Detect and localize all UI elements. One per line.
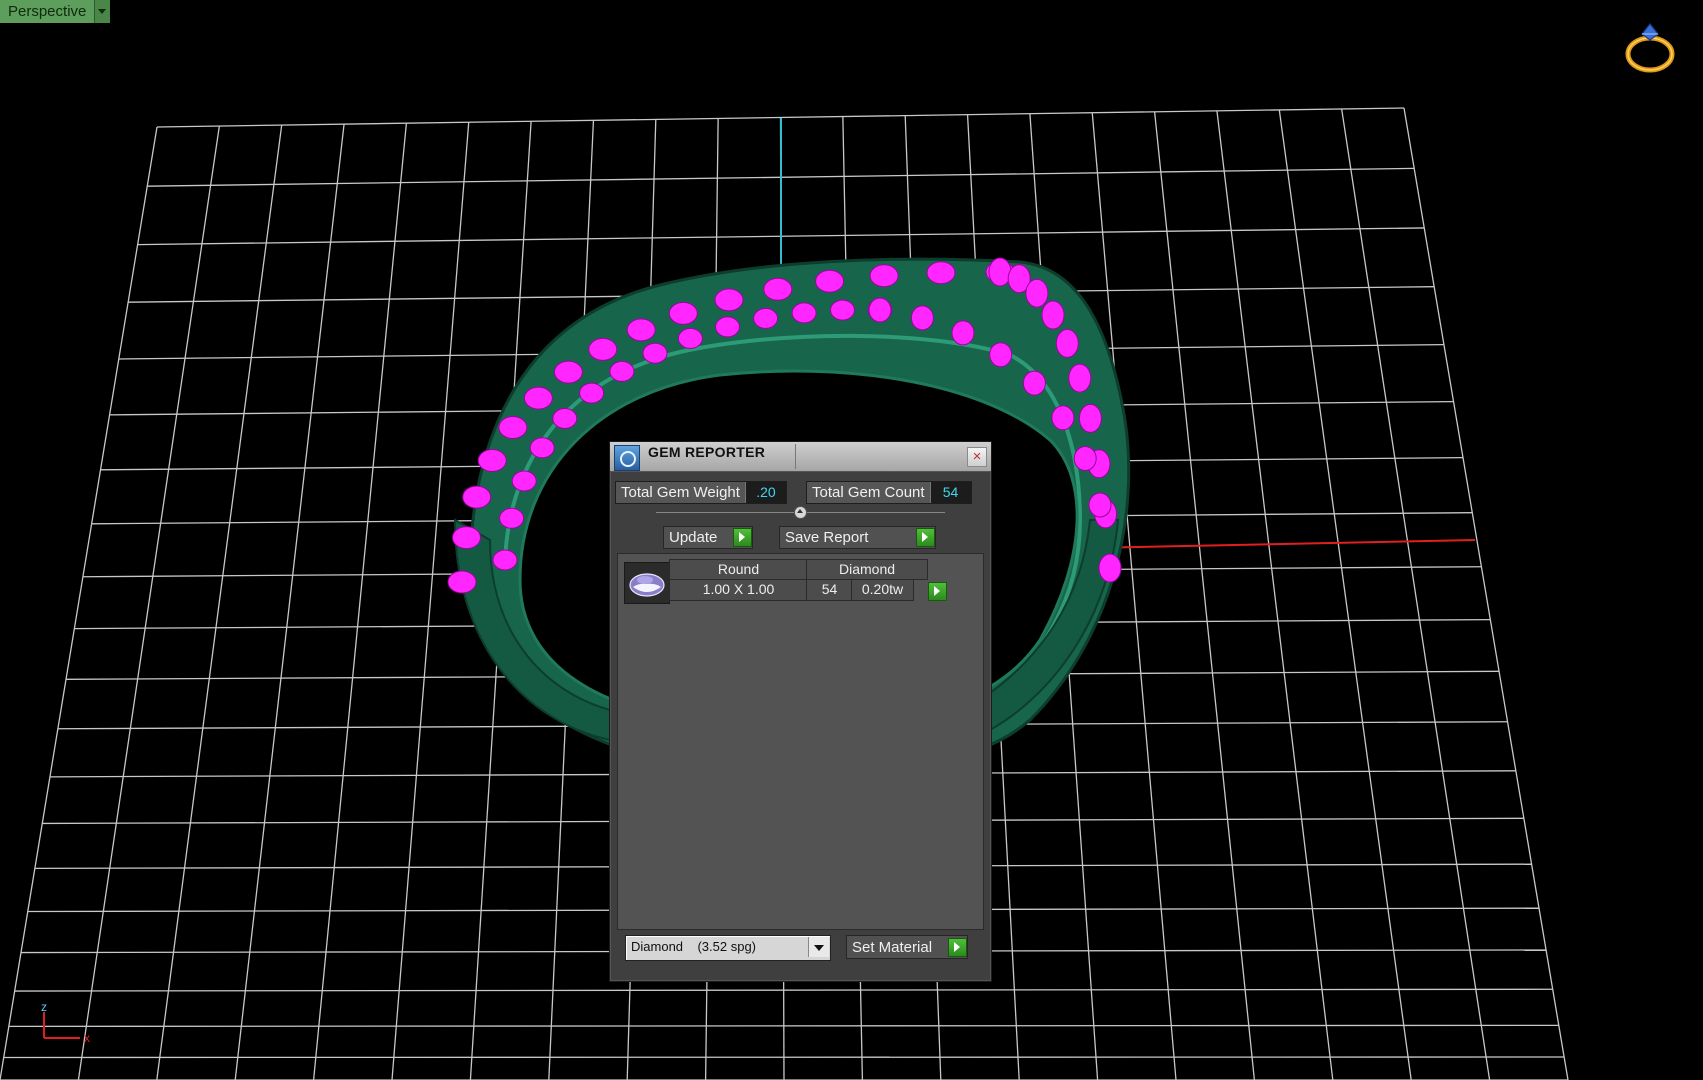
gem-outer-top bbox=[477, 449, 507, 472]
gem-outer-right bbox=[1078, 403, 1102, 433]
grid-line bbox=[1153, 111, 1256, 1080]
gem-outer-top bbox=[462, 485, 492, 509]
gem-outer-top bbox=[452, 526, 481, 550]
gem-outer-top bbox=[498, 416, 528, 439]
view-selector[interactable]: Perspective bbox=[0, 0, 111, 23]
grid-line bbox=[0, 126, 158, 1080]
gem-inner-top bbox=[499, 507, 525, 529]
set-material-label: Set Material bbox=[852, 938, 933, 956]
gem-count: 54 bbox=[806, 579, 853, 601]
axis-indicator: z x bbox=[41, 1000, 90, 1045]
play-arrow-icon bbox=[916, 528, 935, 547]
gem-outer-top bbox=[869, 264, 899, 288]
panel-title: GEM REPORTER bbox=[648, 444, 766, 460]
save-report-button[interactable]: Save Report bbox=[779, 526, 936, 549]
update-label: Update bbox=[669, 529, 718, 546]
gem-size: 1.00 X 1.00 bbox=[669, 579, 808, 601]
total-count-value: 54 bbox=[929, 482, 971, 503]
gem-outer-right bbox=[1025, 278, 1049, 308]
gem-outer-top bbox=[588, 337, 618, 361]
axis-x-label: x bbox=[84, 1031, 90, 1045]
gem-inner-right bbox=[910, 305, 934, 331]
gem-outer-top bbox=[763, 277, 793, 301]
material-select[interactable]: Diamond (3.52 spg) bbox=[625, 935, 831, 961]
play-arrow-icon bbox=[948, 937, 967, 957]
view-label[interactable]: Perspective bbox=[0, 0, 95, 23]
gem-reporter-panel: GEM REPORTER × Total Gem Weight .20 Tota… bbox=[609, 441, 992, 982]
total-count-label: Total Gem Count bbox=[807, 482, 930, 503]
play-arrow-icon bbox=[733, 528, 752, 547]
total-weight-label: Total Gem Weight bbox=[616, 482, 745, 503]
grid-line bbox=[77, 125, 220, 1080]
gem-inner-top bbox=[715, 316, 740, 338]
gem-inner-top bbox=[609, 360, 635, 382]
gem-outer-right bbox=[1068, 363, 1092, 393]
gem-inner-right bbox=[1088, 492, 1112, 518]
gem-list[interactable] bbox=[617, 553, 984, 930]
grid-line bbox=[1341, 108, 1491, 1080]
gem-inner-top bbox=[552, 408, 578, 429]
gem-inner-top bbox=[511, 470, 537, 492]
gem-outer-top bbox=[447, 570, 477, 594]
gem-outer-top bbox=[714, 288, 744, 312]
gem-inner-top bbox=[677, 327, 703, 349]
axis-z-label: z bbox=[41, 1000, 47, 1014]
grid-line bbox=[1403, 107, 1569, 1080]
gem-inner-right bbox=[868, 297, 892, 323]
grid-line bbox=[391, 122, 470, 1080]
close-icon[interactable]: × bbox=[967, 447, 987, 467]
gem-inner-top bbox=[492, 549, 518, 571]
total-weight-value: .20 bbox=[744, 482, 786, 503]
save-report-label: Save Report bbox=[785, 529, 869, 546]
gem-row-thumbnail bbox=[624, 562, 670, 604]
round-gem-icon bbox=[629, 573, 665, 597]
gem-outer-right bbox=[1098, 553, 1122, 583]
gem-outer-top bbox=[668, 301, 698, 325]
gem-weight: 0.20tw bbox=[851, 579, 914, 601]
titlebar[interactable]: GEM REPORTER × bbox=[610, 442, 991, 472]
gem-inner-top bbox=[791, 302, 817, 324]
gem-outer-top bbox=[523, 386, 553, 410]
gem-inner-top bbox=[830, 299, 855, 321]
table-row[interactable]: Round Diamond 1.00 X 1.00 54 0.20tw bbox=[669, 559, 949, 601]
gem-inner-right bbox=[1073, 446, 1097, 471]
gem-inner-right bbox=[989, 342, 1013, 368]
gem-outer-top bbox=[626, 318, 656, 342]
grid-line bbox=[1216, 110, 1334, 1080]
gem-inner-right bbox=[1022, 370, 1046, 396]
update-button[interactable]: Update bbox=[663, 526, 753, 549]
gem-outer-right bbox=[1041, 300, 1065, 330]
total-count-field: Total Gem Count 54 bbox=[806, 481, 972, 504]
row-select-button[interactable] bbox=[928, 582, 947, 601]
chevron-down-icon[interactable] bbox=[94, 0, 111, 23]
gem-inner-right bbox=[951, 320, 975, 346]
gem-inner-top bbox=[642, 342, 668, 364]
grid-line bbox=[1278, 109, 1412, 1080]
gem-material: Diamond bbox=[806, 559, 928, 580]
grid-line bbox=[156, 125, 283, 1080]
title-divider bbox=[795, 444, 796, 469]
material-select-value: Diamond (3.52 spg) bbox=[631, 939, 757, 954]
gem-outer-top bbox=[926, 261, 956, 285]
gem-outer-right bbox=[1055, 328, 1079, 358]
gem-inner-top bbox=[529, 437, 555, 459]
gem-inner-top bbox=[753, 307, 779, 329]
gem-outer-top bbox=[815, 269, 845, 293]
chevron-down-icon[interactable] bbox=[808, 937, 829, 957]
collapse-handle[interactable] bbox=[794, 506, 807, 519]
gem-inner-right bbox=[1051, 405, 1075, 431]
gem-outer-top bbox=[553, 360, 583, 384]
gem-inner-top bbox=[579, 382, 605, 404]
gem-outer-right bbox=[988, 257, 1012, 287]
ring-logo-icon bbox=[1625, 23, 1675, 73]
set-material-button[interactable]: Set Material bbox=[846, 935, 968, 959]
gem-reporter-icon bbox=[614, 445, 640, 471]
total-weight-field: Total Gem Weight .20 bbox=[615, 481, 787, 504]
gem-shape: Round bbox=[669, 559, 808, 580]
